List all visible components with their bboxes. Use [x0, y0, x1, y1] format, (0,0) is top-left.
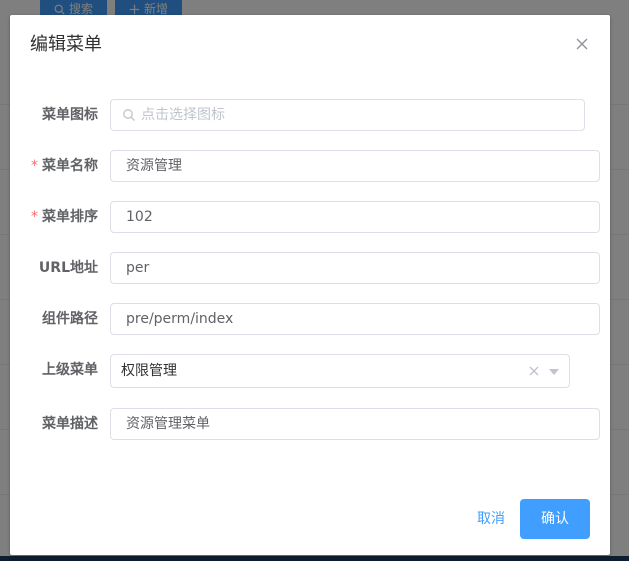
- menu-sort-input[interactable]: [110, 201, 600, 233]
- description-label-text: 菜单描述: [42, 416, 98, 432]
- url-label: URL地址: [10, 252, 98, 284]
- component-path-input[interactable]: [110, 303, 600, 335]
- url-label-text: URL地址: [38, 260, 98, 276]
- sort-label: * 菜单排序: [10, 201, 98, 233]
- required-mark: *: [31, 158, 38, 174]
- icon-label-text: 菜单图标: [42, 107, 98, 123]
- form-row-name: * 菜单名称: [10, 150, 610, 182]
- clear-icon[interactable]: [529, 366, 539, 376]
- url-input[interactable]: [110, 252, 600, 284]
- dialog-title: 编辑菜单: [30, 34, 102, 55]
- form-row-url: URL地址: [10, 252, 610, 284]
- description-label: 菜单描述: [10, 408, 98, 440]
- parent-menu-value: 权限管理: [121, 363, 177, 379]
- name-label-text: 菜单名称: [42, 158, 98, 174]
- form-row-parent: 上级菜单 权限管理: [10, 354, 610, 388]
- component-label: 组件路径: [10, 303, 98, 335]
- description-input[interactable]: [110, 408, 600, 440]
- close-icon[interactable]: [574, 36, 590, 52]
- menu-name-input[interactable]: [110, 150, 600, 182]
- form-row-sort: * 菜单排序: [10, 201, 610, 233]
- form-row-icon: 菜单图标: [10, 99, 610, 131]
- icon-picker-input[interactable]: [110, 99, 585, 131]
- edit-menu-dialog: 编辑菜单 菜单图标 *菜单名称 *菜单排序 URL地址: [10, 15, 610, 555]
- parent-label-text: 上级菜单: [42, 362, 98, 378]
- parent-label: 上级菜单: [10, 354, 98, 386]
- name-label: * 菜单名称: [10, 150, 98, 182]
- required-mark: *: [31, 209, 38, 225]
- confirm-button[interactable]: 确认: [520, 499, 590, 539]
- form-row-description: 菜单描述: [10, 408, 610, 440]
- parent-menu-select[interactable]: 权限管理: [110, 354, 570, 388]
- form-row-component: 组件路径: [10, 303, 610, 335]
- search-icon: [123, 109, 135, 121]
- icon-label: 菜单图标: [10, 99, 98, 131]
- caret-down-icon[interactable]: [549, 369, 559, 375]
- component-label-text: 组件路径: [42, 311, 98, 327]
- sort-label-text: 菜单排序: [42, 209, 98, 225]
- cancel-button[interactable]: 取消: [466, 499, 516, 539]
